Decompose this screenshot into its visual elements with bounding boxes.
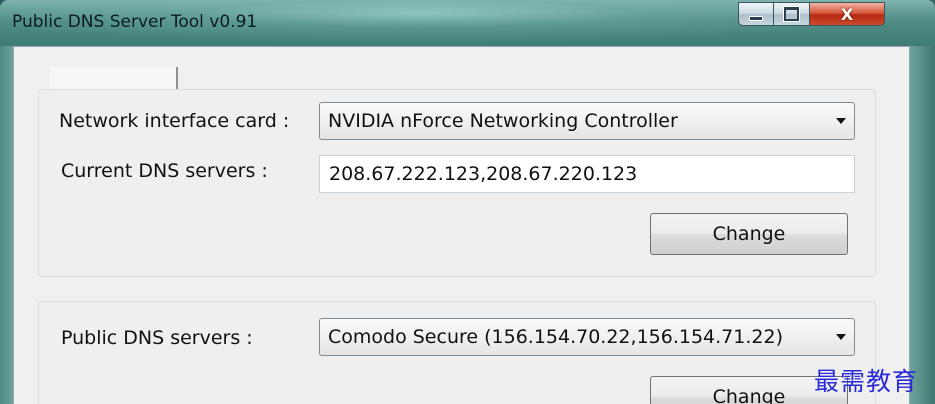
close-icon: X [840,4,854,24]
public-dns-group: Public DNS servers : Comodo Secure (156.… [38,301,876,404]
current-dns-field[interactable]: 208.67.222.123,208.67.220.123 [319,155,855,193]
current-dns-value: 208.67.222.123,208.67.220.123 [329,163,638,185]
nic-dropdown[interactable]: NVIDIA nForce Networking Controller [319,102,855,140]
public-dns-label: Public DNS servers : [61,327,253,349]
watermark-text: 最需教育 [814,367,919,396]
current-dns-label: Current DNS servers : [61,160,268,182]
window-frame-right [910,46,935,404]
window-frame-left [0,46,13,404]
change-nic-dns-button[interactable]: Change [650,213,848,255]
nic-dropdown-value: NVIDIA nForce Networking Controller [328,110,678,132]
public-dns-dropdown[interactable]: Comodo Secure (156.154.70.22,156.154.71.… [319,318,855,356]
caption-buttons: X [738,2,885,28]
chevron-down-icon [836,334,846,340]
nic-label: Network interface card : [59,110,290,132]
minimize-icon [749,15,763,21]
public-dns-dropdown-value: Comodo Secure (156.154.70.22,156.154.71.… [328,326,783,348]
title-bar[interactable]: Public DNS Server Tool v0.91 X [0,0,935,46]
app-window: Public DNS Server Tool v0.91 X Network i… [0,0,935,404]
maximize-button[interactable] [774,2,810,26]
nic-group: Network interface card : NVIDIA nForce N… [38,89,876,277]
maximize-icon [783,6,800,22]
close-button[interactable]: X [810,2,885,26]
client-area: Network interface card : NVIDIA nForce N… [13,46,910,404]
minimize-button[interactable] [738,2,774,26]
window-title: Public DNS Server Tool v0.91 [12,12,258,32]
chevron-down-icon [836,118,846,124]
